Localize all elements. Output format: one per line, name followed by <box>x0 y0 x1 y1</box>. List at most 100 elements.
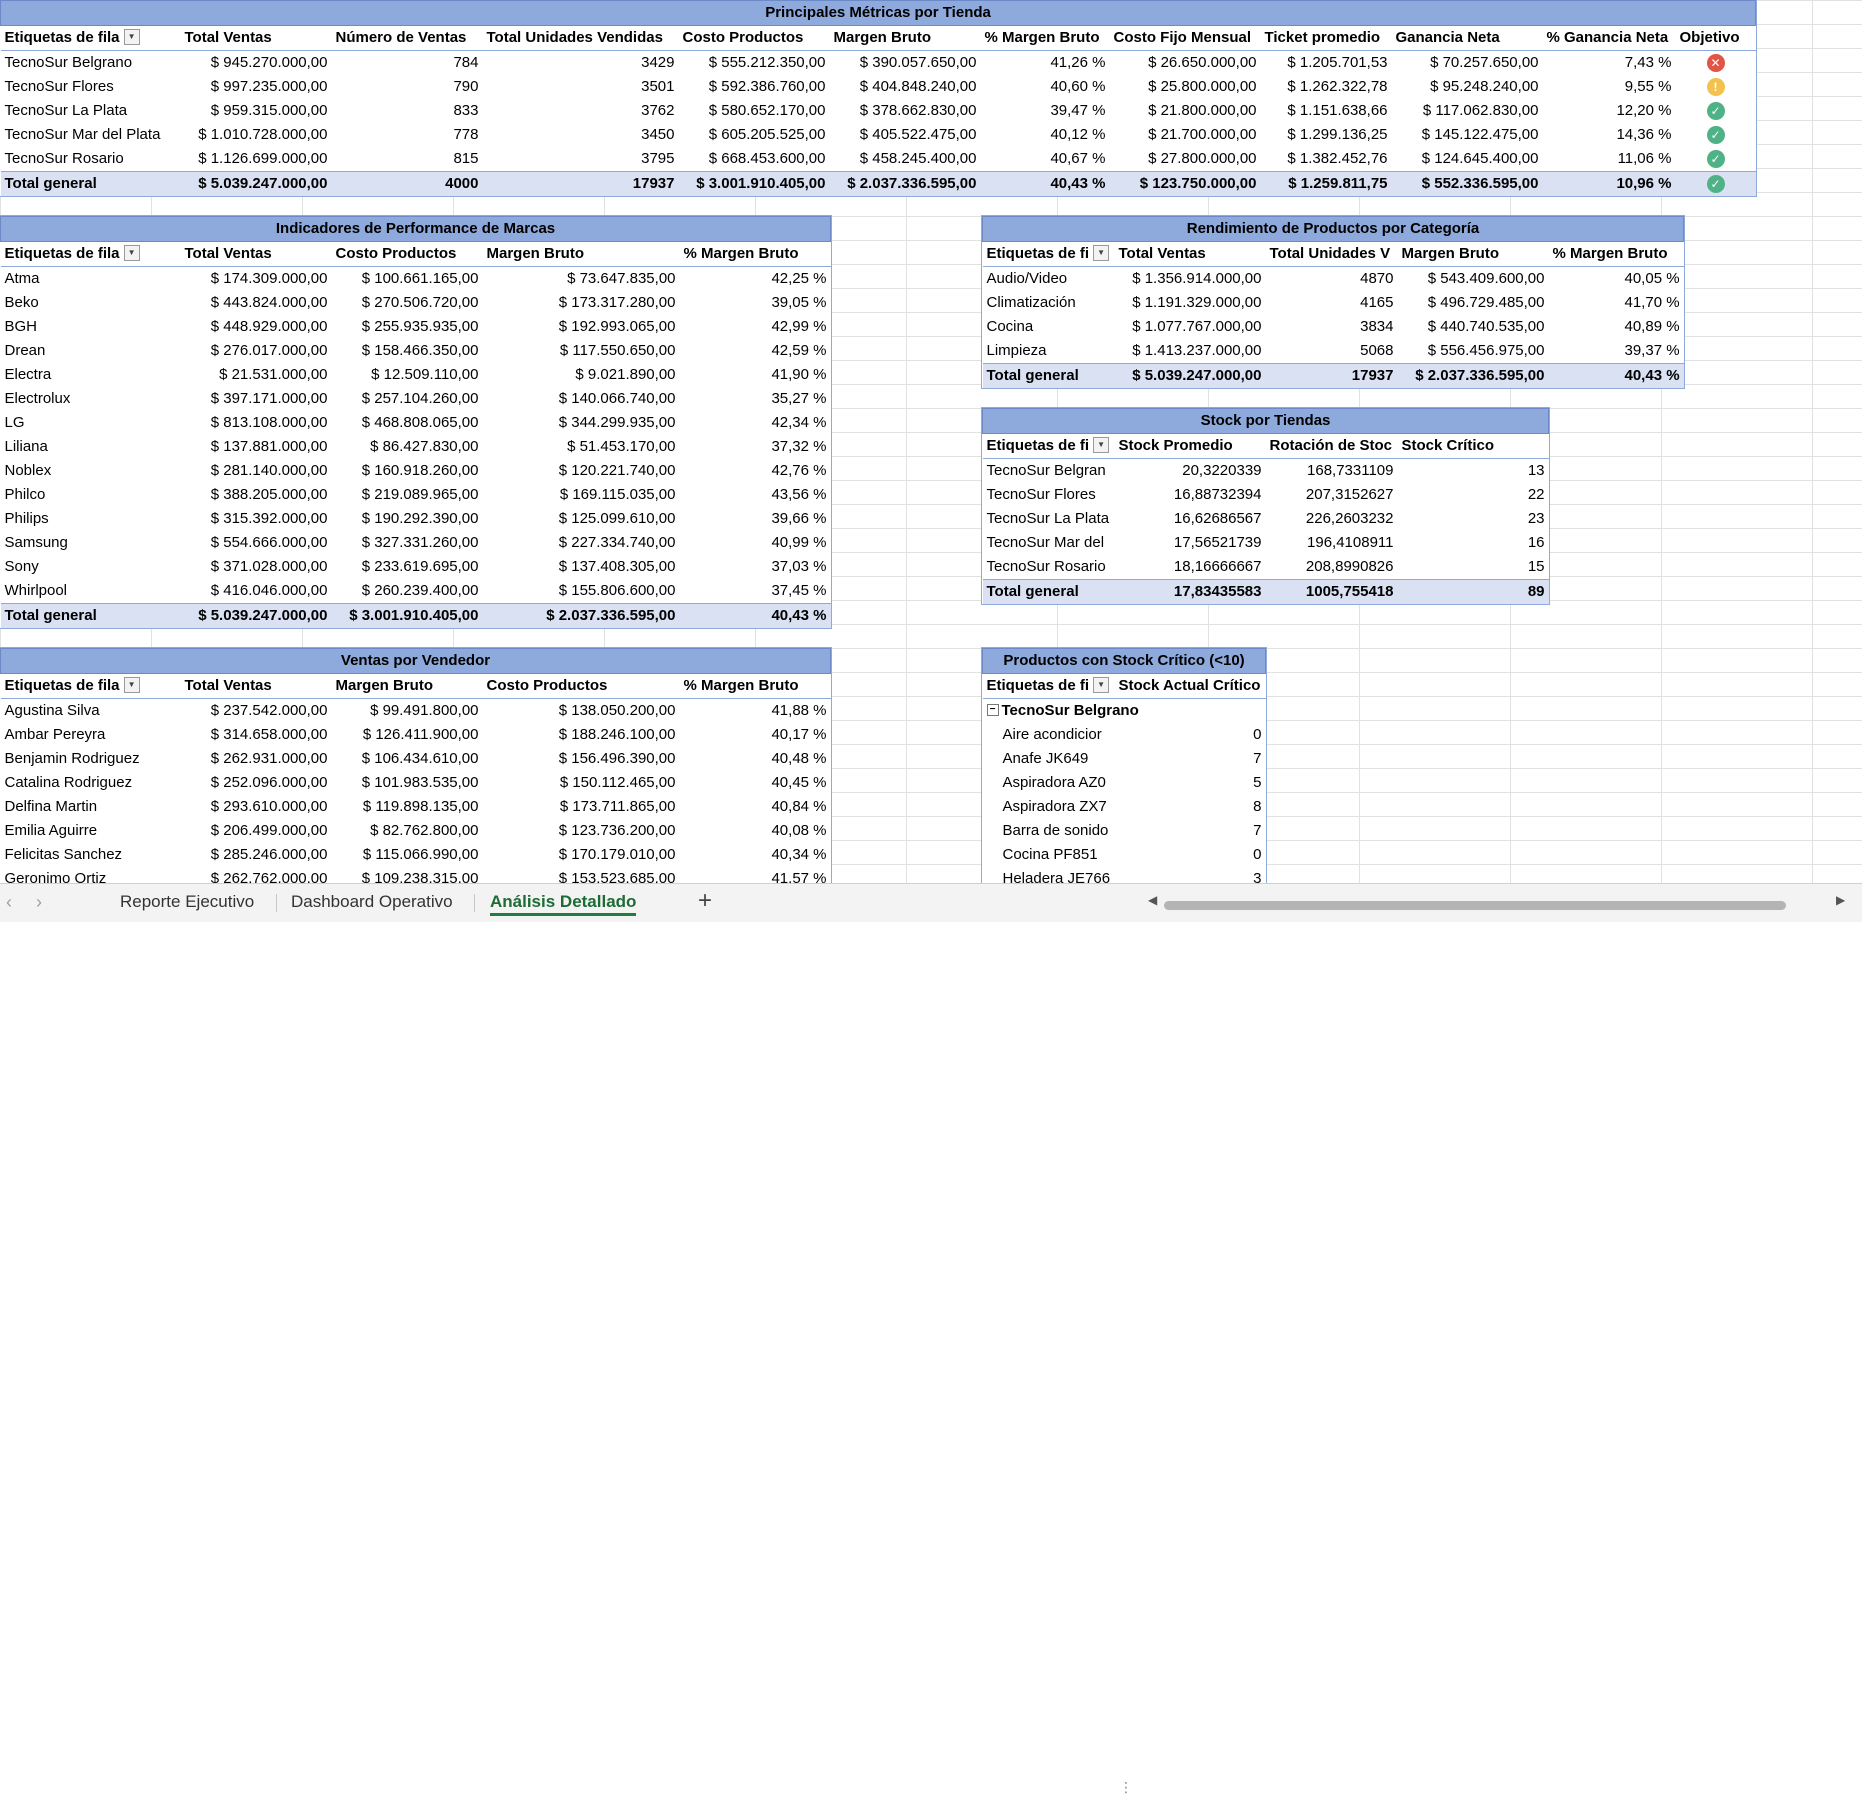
table-cell[interactable]: 37,32 % <box>680 435 831 459</box>
row-label[interactable]: TecnoSur Mar del <box>983 531 1115 555</box>
table-cell[interactable]: 3762 <box>483 99 679 123</box>
table-cell[interactable]: $ 1.010.728.000,00 <box>181 123 332 147</box>
table-cell[interactable]: 0 <box>1115 723 1266 747</box>
table-cell[interactable]: 7 <box>1115 819 1266 843</box>
filter-dropdown-icon[interactable]: ▼ <box>1093 677 1110 694</box>
table-row[interactable]: TecnoSur Belgran 20,3220339 168,7331109 13 <box>983 459 1549 484</box>
table-cell[interactable]: $ 262.931.000,00 <box>181 747 332 771</box>
table-cell[interactable]: 16,62686567 <box>1115 507 1266 531</box>
row-label[interactable]: TecnoSur Rosario <box>983 555 1115 580</box>
filter-dropdown-icon[interactable]: ▼ <box>123 677 140 694</box>
table-cell[interactable]: $ 440.740.535,00 <box>1398 315 1549 339</box>
column-header[interactable]: Margen Bruto <box>331 673 483 699</box>
table-cell[interactable]: $ 206.499.000,00 <box>181 819 332 843</box>
table-cell[interactable]: $ 100.661.165,00 <box>332 267 483 292</box>
table-cell[interactable]: $ 390.057.650,00 <box>830 51 981 76</box>
table-cell[interactable]: $ 106.434.610,00 <box>332 747 483 771</box>
table-cell[interactable]: 41,57 % <box>680 867 831 883</box>
row-label[interactable]: Limpieza <box>983 339 1115 364</box>
scroll-right-icon[interactable]: ▶ <box>1836 893 1845 907</box>
column-header[interactable]: Margen Bruto <box>829 25 981 51</box>
chevron-left-icon[interactable]: ‹ <box>6 892 12 913</box>
table-cell[interactable]: $ 126.411.900,00 <box>332 723 483 747</box>
row-label[interactable]: Felicitas Sanchez <box>1 843 181 867</box>
table-cell[interactable]: 16 <box>1398 531 1549 555</box>
table-cell[interactable]: $ 270.506.720,00 <box>332 291 483 315</box>
table-row[interactable]: TecnoSur Mar del Plata $ 1.010.728.000,00… <box>1 123 1756 147</box>
total-cell[interactable]: 40,43 % <box>980 171 1110 196</box>
column-header[interactable]: Etiquetas de fila ▼ <box>0 241 181 267</box>
table-cell[interactable]: 37,03 % <box>680 555 831 579</box>
row-label[interactable]: TecnoSur Belgrano <box>1 51 181 76</box>
table-cell[interactable]: $ 1.191.329.000,00 <box>1115 291 1266 315</box>
critical-stock-pivot[interactable]: Productos con Stock Crítico (<10) Etiquet… <box>980 647 1268 883</box>
column-header[interactable]: Stock Crítico <box>1397 433 1549 459</box>
sellers-pivot[interactable]: Ventas por Vendedor Etiquetas de fila ▼ Tot… <box>0 647 833 883</box>
column-header[interactable]: % Ganancia Neta <box>1542 25 1676 51</box>
row-label[interactable]: Emilia Aguirre <box>1 819 181 843</box>
row-label[interactable]: Electra <box>1 363 181 387</box>
table-cell[interactable]: $ 156.496.390,00 <box>483 747 680 771</box>
column-header[interactable]: % Margen Bruto <box>1548 241 1684 267</box>
table-row[interactable]: TecnoSur La Plata $ 959.315.000,00 833 3762… <box>1 99 1756 123</box>
table-cell[interactable]: 40,08 % <box>680 819 831 843</box>
table-cell[interactable]: 3795 <box>483 147 679 172</box>
table-row[interactable]: Liliana $ 137.881.000,00 $ 86.427.830,00 $ … <box>1 435 831 459</box>
row-label[interactable]: Ambar Pereyra <box>1 723 181 747</box>
table-cell[interactable]: $ 25.800.000,00 <box>1110 75 1261 99</box>
table-cell[interactable]: $ 1.151.638,66 <box>1261 99 1392 123</box>
table-cell[interactable]: 3501 <box>483 75 679 99</box>
row-label[interactable]: Aspiradora ZX7 <box>983 795 1115 819</box>
column-header[interactable]: Total Unidades Vendidas <box>482 25 679 51</box>
group-label[interactable]: − TecnoSur Belgrano <box>983 699 1266 724</box>
filter-dropdown-icon[interactable]: ▼ <box>1093 437 1110 454</box>
table-cell[interactable]: 9,55 % <box>1543 75 1676 99</box>
table-cell[interactable]: $ 158.466.350,00 <box>332 339 483 363</box>
total-cell[interactable]: 40,43 % <box>679 603 831 628</box>
total-cell[interactable]: $ 2.037.336.595,00 <box>1397 363 1549 388</box>
total-row[interactable]: Total general 17,83435583 1005,755418 89 <box>982 579 1549 604</box>
table-cell[interactable]: $ 448.929.000,00 <box>181 315 332 339</box>
table-row[interactable]: Geronimo Ortiz $ 262.762.000,00 $ 109.238.… <box>1 867 831 883</box>
table-row[interactable]: Delfina Martin $ 293.610.000,00 $ 119.898.… <box>1 795 831 819</box>
total-cell[interactable]: $ 2.037.336.595,00 <box>829 171 981 196</box>
row-label[interactable]: Whirlpool <box>1 579 181 604</box>
table-row[interactable]: Anafe JK649 7 <box>983 747 1266 771</box>
row-label[interactable]: TecnoSur Flores <box>983 483 1115 507</box>
table-cell[interactable]: $ 123.736.200,00 <box>483 819 680 843</box>
table-cell[interactable]: $ 12.509.110,00 <box>332 363 483 387</box>
table-cell[interactable]: $ 170.179.010,00 <box>483 843 680 867</box>
filter-dropdown-icon[interactable]: ▼ <box>123 245 140 262</box>
row-label[interactable]: Atma <box>1 267 181 292</box>
total-cell[interactable]: $ 552.336.595,00 <box>1391 171 1543 196</box>
column-header[interactable]: Stock Actual Crítico <box>1114 673 1266 699</box>
total-cell[interactable]: $ 5.039.247.000,00 <box>180 171 332 196</box>
table-cell[interactable]: 5068 <box>1266 339 1398 364</box>
table-row[interactable]: Aire acondicior 0 <box>983 723 1266 747</box>
row-label[interactable]: BGH <box>1 315 181 339</box>
table-cell[interactable]: $ 145.122.475,00 <box>1392 123 1543 147</box>
total-row[interactable]: Total general $ 5.039.247.000,00 17937 $ 2.… <box>982 363 1684 388</box>
table-row[interactable]: Audio/Video $ 1.356.914.000,00 4870 $ 543.4… <box>983 267 1684 292</box>
column-header[interactable]: Stock Promedio <box>1114 433 1266 459</box>
table-cell[interactable]: 3834 <box>1266 315 1398 339</box>
table-cell[interactable]: $ 997.235.000,00 <box>181 75 332 99</box>
table-cell[interactable]: $ 404.848.240,00 <box>830 75 981 99</box>
table-cell[interactable]: $ 1.262.322,78 <box>1261 75 1392 99</box>
table-row[interactable]: TecnoSur Rosario 18,16666667 208,8990826 15 <box>983 555 1549 580</box>
table-cell[interactable]: $ 405.522.475,00 <box>830 123 981 147</box>
table-cell[interactable]: 35,27 % <box>680 387 831 411</box>
table-cell[interactable]: $ 1.413.237.000,00 <box>1115 339 1266 364</box>
table-row[interactable]: Atma $ 174.309.000,00 $ 100.661.165,00 $ 73… <box>1 267 831 292</box>
table-cell[interactable]: $ 255.935.935,00 <box>332 315 483 339</box>
table-cell[interactable]: $ 174.309.000,00 <box>181 267 332 292</box>
table-cell[interactable]: $ 99.491.800,00 <box>332 699 483 724</box>
row-label[interactable]: Climatización <box>983 291 1115 315</box>
table-cell[interactable]: $ 173.711.865,00 <box>483 795 680 819</box>
table-cell[interactable]: $ 1.356.914.000,00 <box>1115 267 1266 292</box>
column-header[interactable]: Etiquetas de fi ▼ <box>982 673 1115 699</box>
table-cell[interactable]: $ 1.299.136,25 <box>1261 123 1392 147</box>
table-cell[interactable]: $ 293.610.000,00 <box>181 795 332 819</box>
pivot-title[interactable]: Ventas por Vendedor <box>0 648 832 674</box>
total-cell[interactable]: $ 123.750.000,00 <box>1109 171 1261 196</box>
